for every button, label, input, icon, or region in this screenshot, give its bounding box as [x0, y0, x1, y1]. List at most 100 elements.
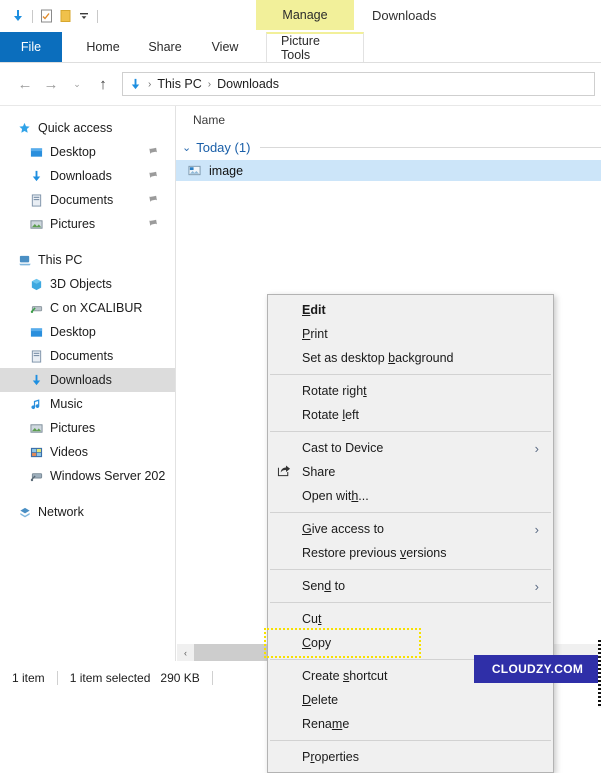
context-menu-item-send-to[interactable]: Send to ›: [268, 574, 553, 598]
breadcrumb[interactable]: › This PC › Downloads: [122, 72, 595, 96]
sidebar-item-documents[interactable]: Documents: [0, 344, 175, 368]
sidebar-item-videos[interactable]: Videos: [0, 440, 175, 464]
status-size: 290 KB: [160, 670, 200, 685]
context-menu-item-label: Edit: [302, 303, 326, 317]
context-menu-item-rename[interactable]: Rename: [268, 712, 553, 736]
recent-locations-button[interactable]: ⌄: [64, 71, 90, 97]
context-menu-item-cast-to-device[interactable]: Cast to Device ›: [268, 436, 553, 460]
scroll-left-button[interactable]: ‹: [177, 644, 194, 661]
sidebar-item-documents-qa[interactable]: Documents: [0, 188, 175, 212]
context-menu-item-restore-previous-versions[interactable]: Restore previous versions: [268, 541, 553, 565]
tab-picture-tools[interactable]: Picture Tools: [266, 32, 364, 62]
sidebar-item-quick-access[interactable]: Quick access: [0, 116, 175, 140]
context-menu-item-label: Rotate right: [302, 384, 367, 398]
column-header-name[interactable]: Name: [193, 113, 225, 127]
context-menu-item-edit[interactable]: Edit: [268, 298, 553, 322]
desktop-icon: [30, 326, 50, 339]
tab-share[interactable]: Share: [134, 32, 196, 62]
sidebar-item-downloads[interactable]: Downloads: [0, 368, 175, 392]
breadcrumb-separator-2: ›: [207, 78, 212, 90]
videos-icon: [30, 446, 50, 459]
context-menu-item-label: Cut: [302, 612, 322, 626]
chevron-right-icon: ›: [534, 440, 539, 456]
context-menu-item-open-with[interactable]: Open with...: [268, 484, 553, 508]
sidebar-item-downloads-qa[interactable]: Downloads: [0, 164, 175, 188]
context-menu-item-label: Delete: [302, 693, 339, 707]
pin-icon[interactable]: [143, 191, 160, 209]
sidebar-item-label: Pictures: [50, 217, 96, 231]
pin-icon[interactable]: [143, 143, 160, 161]
context-menu-item-print[interactable]: Print: [268, 322, 553, 346]
context-menu-item-copy[interactable]: Copy: [264, 628, 553, 658]
pictures-icon: [30, 218, 50, 231]
context-menu-separator: [270, 569, 551, 570]
up-button[interactable]: ↑: [90, 71, 116, 97]
breadcrumb-downloads[interactable]: Downloads: [217, 77, 279, 91]
sidebar-item-label: Downloads: [50, 373, 112, 387]
context-menu-item-properties[interactable]: Properties: [268, 745, 553, 769]
file-name: image: [209, 163, 244, 178]
context-menu-item-delete[interactable]: Delete: [268, 688, 553, 712]
sidebar-item-this-pc[interactable]: This PC: [0, 248, 175, 272]
back-button[interactable]: ←: [12, 71, 38, 97]
context-menu-item-rotate-left[interactable]: Rotate left: [268, 403, 553, 427]
sidebar-item-desktop-qa[interactable]: Desktop: [0, 140, 175, 164]
tab-file-label: File: [20, 40, 42, 54]
context-menu-item-cut[interactable]: Cut: [268, 607, 553, 631]
sidebar-item-c-on-xcalibur[interactable]: C on XCALIBUR: [0, 296, 175, 320]
tab-picture-tools-label: Picture Tools: [281, 34, 320, 62]
navigation-pane: Quick access Desktop Downloads Documents…: [0, 106, 176, 661]
downloads-icon[interactable]: [11, 9, 25, 23]
forward-button[interactable]: →: [38, 71, 64, 97]
contextual-tab-manage[interactable]: Manage: [256, 0, 354, 30]
context-menu-item-label: Open with...: [302, 489, 369, 503]
quick-access-toolbar: [0, 9, 98, 23]
context-menu-item-rotate-right[interactable]: Rotate right: [268, 379, 553, 403]
new-folder-icon[interactable]: [60, 9, 71, 23]
forward-arrow-icon: →: [43, 75, 59, 93]
sidebar-item-3d-objects[interactable]: 3D Objects: [0, 272, 175, 296]
3d-objects-icon: [30, 278, 50, 291]
desktop-icon: [30, 146, 50, 159]
customize-qat-icon[interactable]: [78, 10, 90, 22]
sidebar-item-music[interactable]: Music: [0, 392, 175, 416]
network-icon: [18, 506, 38, 519]
sidebar-item-label: Downloads: [50, 169, 112, 183]
sidebar-item-windows-server[interactable]: Windows Server 202: [0, 464, 175, 488]
star-icon: [18, 122, 38, 135]
context-menu-item-share[interactable]: Share: [268, 460, 553, 484]
sidebar-item-network[interactable]: Network: [0, 500, 175, 524]
table-row[interactable]: image: [176, 160, 601, 181]
sidebar-item-desktop[interactable]: Desktop: [0, 320, 175, 344]
sidebar-item-label: Windows Server 202: [50, 469, 166, 483]
context-menu: Edit Print Set as desktop background Rot…: [264, 294, 554, 773]
context-menu-item-label: Give access to: [302, 522, 384, 536]
chevron-down-icon[interactable]: ⌄: [182, 141, 191, 154]
status-divider-1: [56, 670, 58, 685]
network-drive-icon: [30, 302, 50, 315]
pin-icon[interactable]: [143, 215, 160, 233]
properties-icon[interactable]: [40, 9, 53, 23]
context-menu-item-label: Cast to Device: [302, 441, 384, 455]
sidebar-item-pictures[interactable]: Pictures: [0, 416, 175, 440]
sidebar-item-label: Music: [50, 397, 83, 411]
chevron-right-icon: ›: [534, 521, 539, 537]
tab-view[interactable]: View: [196, 32, 254, 62]
qat-divider-2: [97, 9, 98, 23]
sidebar-item-pictures-qa[interactable]: Pictures: [0, 212, 175, 236]
watermark: CLOUDZY.COM: [474, 655, 601, 683]
tab-home[interactable]: Home: [72, 32, 134, 62]
group-header-today[interactable]: ⌄ Today (1): [176, 134, 601, 160]
tab-file[interactable]: File: [0, 32, 62, 62]
column-header-row: Name: [176, 106, 601, 134]
music-icon: [30, 398, 50, 411]
context-menu-item-label: Copy: [302, 636, 332, 650]
context-menu-item-set-as-desktop-background[interactable]: Set as desktop background: [268, 346, 553, 370]
tab-home-label: Home: [86, 40, 120, 54]
sidebar-item-label: Network: [38, 505, 84, 519]
sidebar-item-label: Pictures: [50, 421, 96, 435]
breadcrumb-this-pc[interactable]: This PC: [157, 77, 201, 91]
context-menu-item-give-access-to[interactable]: Give access to ›: [268, 517, 553, 541]
pin-icon[interactable]: [143, 167, 160, 185]
drive-icon: [30, 470, 50, 483]
